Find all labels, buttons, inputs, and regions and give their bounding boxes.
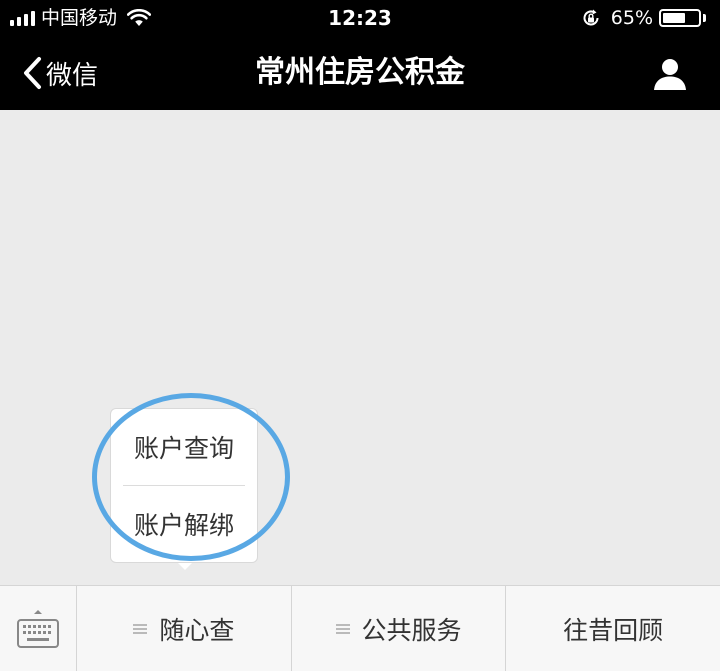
menu-tab-past-review[interactable]: 往昔回顾 bbox=[506, 586, 720, 671]
chat-area bbox=[0, 110, 720, 585]
person-icon bbox=[654, 59, 686, 90]
popup-item-account-query[interactable]: 账户查询 bbox=[111, 409, 257, 485]
profile-button[interactable] bbox=[652, 56, 688, 92]
menu-lines-icon bbox=[133, 623, 148, 635]
status-bar: 中国移动 12:23 65% bbox=[0, 0, 720, 36]
popup-arrow bbox=[178, 563, 192, 570]
status-right: 65% bbox=[581, 6, 706, 30]
menu-tab-label: 随心查 bbox=[159, 615, 235, 645]
menu-bar: 随心查 公共服务 往昔回顾 bbox=[0, 585, 720, 671]
menu-tab-public-services[interactable]: 公共服务 bbox=[292, 586, 507, 671]
popup-menu: 账户查询 账户解绑 bbox=[110, 408, 258, 563]
keyboard-icon bbox=[17, 609, 59, 648]
menu-lines-icon bbox=[335, 623, 350, 635]
chevron-left-icon bbox=[24, 57, 41, 89]
keyboard-toggle-button[interactable] bbox=[0, 586, 77, 671]
menu-tab-label: 公共服务 bbox=[361, 615, 462, 645]
page-title: 常州住房公积金 bbox=[255, 55, 465, 90]
menu-tab-quick-check[interactable]: 随心查 bbox=[77, 586, 292, 671]
battery-icon bbox=[659, 9, 706, 27]
popup-item-account-unbind[interactable]: 账户解绑 bbox=[111, 486, 257, 562]
nav-bar: 微信 常州住房公积金 bbox=[0, 36, 720, 110]
back-button[interactable]: 微信 bbox=[22, 54, 98, 92]
rotation-lock-icon bbox=[583, 9, 599, 26]
back-label: 微信 bbox=[46, 60, 99, 91]
menu-tab-label: 往昔回顾 bbox=[563, 615, 664, 645]
battery-percent: 65% bbox=[610, 7, 653, 29]
